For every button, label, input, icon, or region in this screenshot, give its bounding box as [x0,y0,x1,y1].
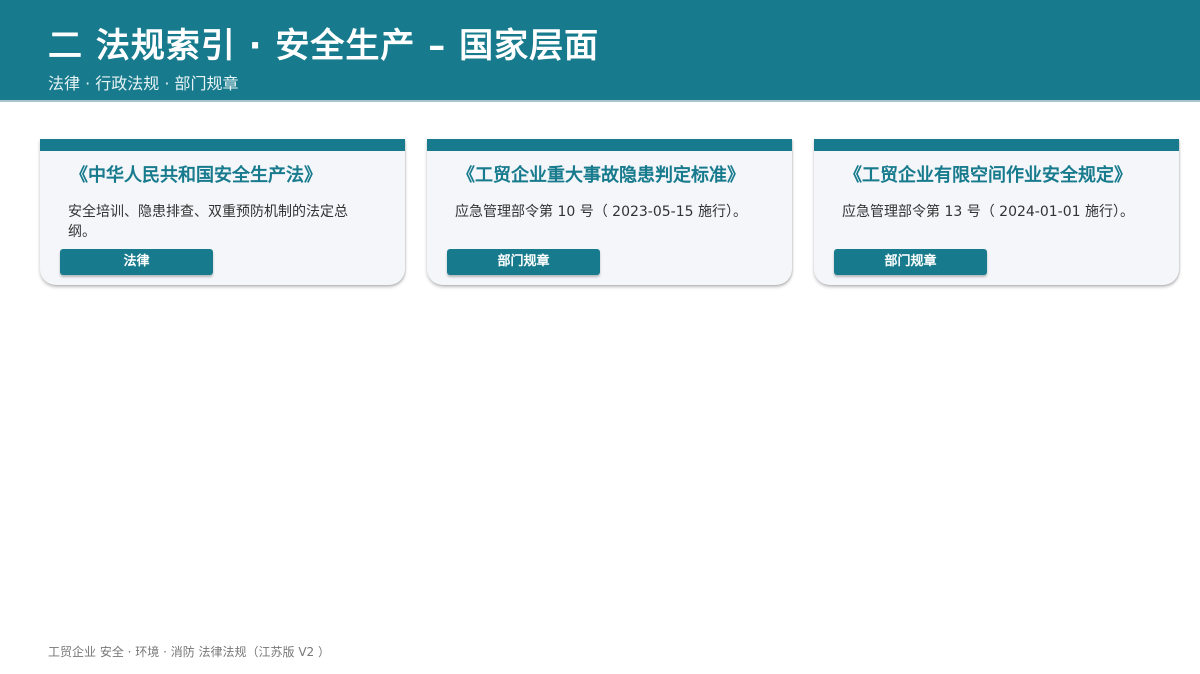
card-accent-bar [427,139,792,151]
card-description: 应急管理部令第 13 号（ 2024-01-01 施行）。 [842,204,1134,220]
card-accent-bar [814,139,1179,151]
card-title: 《工贸企业重大事故隐患判定标准》 [457,165,745,186]
category-tag[interactable]: 部门规章 [834,249,987,275]
card-accent-bar [40,139,405,151]
page-subtitle: 法律 · 行政法规 · 部门规章 [48,74,239,93]
regulation-card-safety-law[interactable]: 《中华人民共和国安全生产法》 安全培训、隐患排查、双重预防机制的法定总纲。 法律 [40,139,405,285]
card-title: 《中华人民共和国安全生产法》 [70,165,322,186]
header-banner: 二 法规索引 · 安全生产 – 国家层面 法律 · 行政法规 · 部门规章 [0,0,1200,102]
regulation-card-hazard-standard[interactable]: 《工贸企业重大事故隐患判定标准》 应急管理部令第 10 号（ 2023-05-1… [427,139,792,285]
regulation-card-confined-space[interactable]: 《工贸企业有限空间作业安全规定》 应急管理部令第 13 号（ 2024-01-0… [814,139,1179,285]
footer-caption: 工贸企业 安全 · 环境 · 消防 法律法规（江苏版 V2 ） [48,645,330,659]
card-description: 安全培训、隐患排查、双重预防机制的法定总纲。 [68,204,348,240]
card-description: 应急管理部令第 10 号（ 2023-05-15 施行）。 [455,204,747,220]
category-tag[interactable]: 法律 [60,249,213,275]
card-title: 《工贸企业有限空间作业安全规定》 [844,165,1132,186]
page-title: 二 法规索引 · 安全生产 – 国家层面 [48,26,600,66]
category-tag[interactable]: 部门规章 [447,249,600,275]
